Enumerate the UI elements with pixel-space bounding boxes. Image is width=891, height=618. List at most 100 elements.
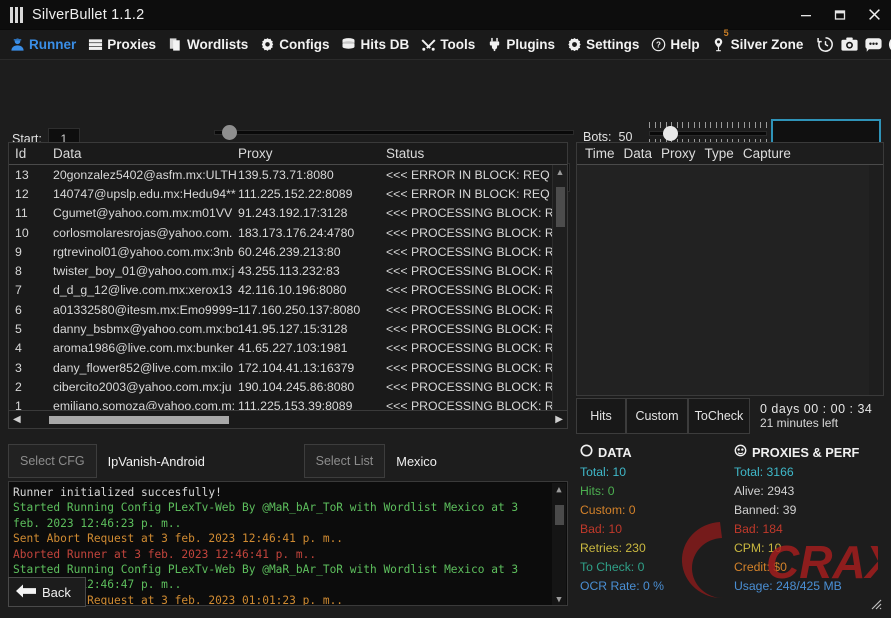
proxy-stat-rows: Total: 3166 Alive: 2943 Banned: 39 Bad: 184…: [734, 463, 884, 596]
cell-data: rgtrevinol01@yahoo.com.mx:3nb: [53, 244, 234, 259]
hscroll-right-icon[interactable]: ▶: [555, 414, 563, 425]
hits-column-capture[interactable]: Capture: [743, 146, 791, 161]
table-row[interactable]: 4 aroma1986@live.com.mx:bunker 41.65.227.1…: [9, 339, 567, 358]
stat-value: 3166: [766, 465, 794, 479]
table-horizontal-scrollbar[interactable]: ◀ ▶: [8, 410, 568, 429]
table-vertical-scrollbar[interactable]: ▲ ▼: [552, 165, 567, 428]
select-cfg-button[interactable]: Select CFG: [8, 444, 97, 478]
column-header-proxy[interactable]: Proxy: [238, 146, 386, 161]
nav-item-configs[interactable]: Configs: [259, 37, 330, 53]
hits-header-row: Time Data Proxy Type Capture: [577, 143, 883, 165]
tab-tocheck[interactable]: ToCheck: [688, 398, 750, 434]
hits-column-type[interactable]: Type: [705, 146, 734, 161]
tab-custom[interactable]: Custom: [626, 398, 688, 434]
table-row[interactable]: 10 corlosmolaresrojas@yahoo.com. 183.173.1…: [9, 223, 567, 242]
column-header-id[interactable]: Id: [15, 146, 53, 161]
stat-label: CPM:: [734, 541, 768, 555]
start-slider-knob[interactable]: [222, 125, 238, 140]
nav-item-silver-zone[interactable]: 5 Silver Zone: [711, 28, 803, 53]
hscroll-thumb[interactable]: [49, 416, 229, 424]
select-list-button[interactable]: Select List: [303, 444, 386, 478]
maximize-button[interactable]: [823, 0, 857, 30]
table-header-row: Id Data Proxy Status: [9, 143, 567, 165]
nav-item-help[interactable]: ? Help: [650, 37, 700, 53]
nav-item-proxies[interactable]: Proxies: [87, 37, 156, 53]
hscroll-left-icon[interactable]: ◀: [13, 414, 21, 425]
log-line: feb. 2023 12:46:47 p. m..: [13, 578, 182, 592]
table-row[interactable]: 9 rgtrevinol01@yahoo.com.mx:3nb 60.246.239…: [9, 242, 567, 261]
resize-grip-icon[interactable]: [870, 598, 882, 610]
log-scrollbar[interactable]: ▲ ▼: [552, 483, 566, 605]
nav-item-tools[interactable]: Tools: [420, 37, 475, 53]
column-header-data[interactable]: Data: [53, 146, 238, 161]
app-title: SilverBullet 1.1.2: [32, 6, 145, 23]
nav-item-runner[interactable]: Runner: [9, 37, 76, 53]
documents-icon: [167, 37, 183, 53]
table-row[interactable]: 8 twister_boy_01@yahoo.com.mx:j 43.255.113…: [9, 261, 567, 280]
cell-status: <<< PROCESSING BLOCK: R: [386, 283, 554, 298]
column-header-status[interactable]: Status: [386, 146, 567, 161]
hits-column-time[interactable]: Time: [585, 146, 615, 161]
tab-hits[interactable]: Hits: [576, 398, 626, 434]
table-row[interactable]: 2 cibercito2003@yahoo.com.mx:ju 190.104.24…: [9, 377, 567, 396]
hits-vertical-scrollbar[interactable]: [869, 165, 883, 395]
hits-column-data[interactable]: Data: [624, 146, 653, 161]
table-row[interactable]: 7 d_d_g_12@live.com.mx:xerox13 42.116.10.1…: [9, 281, 567, 300]
log-scroll-down-icon[interactable]: ▼: [552, 593, 566, 605]
hits-column-proxy[interactable]: Proxy: [661, 146, 696, 161]
minimize-button[interactable]: [789, 0, 823, 30]
cell-id: 11: [15, 206, 28, 221]
log-line: Aborted Runner at 3 feb. 2023 12:46:41 p…: [13, 547, 317, 561]
close-button[interactable]: [857, 0, 891, 30]
stat-row: Usage: 248/425 MB: [734, 577, 884, 596]
back-button[interactable]: Back: [8, 577, 86, 607]
nav-label-settings: Settings: [586, 37, 640, 52]
start-slider[interactable]: [214, 125, 574, 140]
stat-row: Retries: 230: [580, 539, 730, 558]
camera-icon[interactable]: [840, 35, 859, 54]
silver-zone-badge: 5: [723, 27, 729, 38]
cell-id: 6: [15, 302, 22, 317]
proxies-stats-title-row: PROXIES & PERF: [734, 444, 884, 460]
stat-label: Retries:: [580, 541, 626, 555]
gear-icon: [566, 37, 582, 53]
nav-item-plugins[interactable]: Plugins: [486, 37, 555, 53]
scroll-up-icon[interactable]: ▲: [553, 165, 567, 179]
scroll-thumb[interactable]: [556, 187, 565, 227]
nav-item-hits-db[interactable]: Hits DB: [341, 37, 409, 53]
stat-label: Alive:: [734, 484, 768, 498]
stat-label: Total:: [580, 465, 613, 479]
table-row[interactable]: 12 140747@upslp.edu.mx:Hedu94** 111.225.15…: [9, 184, 567, 203]
cell-id: 13: [15, 167, 29, 182]
table-row[interactable]: 5 danny_bsbmx@yahoo.com.mx:bo 141.95.127.1…: [9, 319, 567, 338]
nav-label-wordlists: Wordlists: [187, 37, 249, 52]
table-row[interactable]: 3 dany_flower852@live.com.mx:ilo 172.104.4…: [9, 358, 567, 377]
nav-item-wordlists[interactable]: Wordlists: [167, 37, 248, 53]
log-scroll-up-icon[interactable]: ▲: [552, 483, 566, 496]
stat-value: 2943: [767, 484, 795, 498]
history-clock-icon[interactable]: [816, 35, 835, 54]
log-line: Started Running Config PLexTv-Web By @Ma…: [13, 563, 519, 577]
log-console[interactable]: Runner initialized succesfully! Started R…: [8, 481, 568, 606]
log-scroll-thumb[interactable]: [555, 505, 564, 525]
cell-proxy: 111.225.152.22:8089: [238, 186, 353, 201]
database-icon: [341, 37, 357, 53]
cell-status: <<< PROCESSING BLOCK: R: [386, 322, 554, 337]
stat-label: Bad:: [580, 522, 609, 536]
table-row[interactable]: 6 a01332580@itesm.mx:Emo9999= 117.160.250.…: [9, 300, 567, 319]
stat-row: CPM: 10: [734, 539, 884, 558]
bots-slider-knob[interactable]: [662, 126, 678, 141]
table-row[interactable]: 11 Cgumet@yahoo.com.mx:m01VV 91.243.192.17…: [9, 204, 567, 223]
cell-id: 2: [15, 379, 22, 394]
stat-value: 0 %: [643, 579, 665, 593]
nav-item-settings[interactable]: Settings: [566, 37, 639, 53]
svg-text:?: ?: [656, 41, 661, 50]
table-row[interactable]: 13 20gonzalez5402@asfm.mx:ULTH 139.5.73.71…: [9, 165, 567, 184]
proxies-mask-icon: [734, 444, 747, 460]
nav-label-help: Help: [670, 37, 700, 52]
cell-proxy: 139.5.73.71:8080: [238, 167, 334, 182]
table-body: 13 20gonzalez5402@asfm.mx:ULTH 139.5.73.71…: [9, 165, 567, 428]
cell-status: <<< PROCESSING BLOCK: R: [386, 302, 554, 317]
cell-id: 8: [15, 264, 22, 279]
discord-icon[interactable]: [864, 35, 883, 54]
